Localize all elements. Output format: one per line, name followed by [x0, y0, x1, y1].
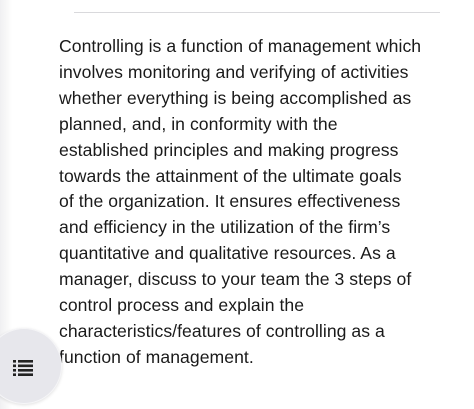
question-line: planned, and, in conformity with the	[59, 113, 338, 134]
top-divider	[74, 12, 440, 13]
question-line: and efficiency in the utilization of the…	[59, 217, 391, 238]
list-icon	[13, 360, 33, 376]
question-line: Controlling is a function of management …	[59, 36, 422, 56]
question-card: Controlling is a function of management …	[12, 0, 468, 409]
question-line: function of management.	[59, 346, 254, 367]
question-line: control process and explain the	[59, 295, 305, 316]
screen: Controlling is a function of management …	[0, 0, 474, 409]
question-line: whether everything is being accomplished…	[59, 87, 412, 108]
question-line: quantitative and qualitative resources. …	[59, 243, 396, 264]
question-line: of the organization. It ensures effectiv…	[59, 191, 401, 212]
question-line: characteristics/features of controlling …	[59, 320, 385, 341]
question-line: towards the attainment of the ultimate g…	[59, 165, 402, 186]
question-line: involves monitoring and verifying of act…	[59, 61, 409, 82]
question-line: established principles and making progre…	[59, 139, 399, 160]
question-text: Controlling is a function of management …	[59, 34, 459, 371]
question-line: manager, discuss to your team the 3 step…	[59, 269, 412, 290]
